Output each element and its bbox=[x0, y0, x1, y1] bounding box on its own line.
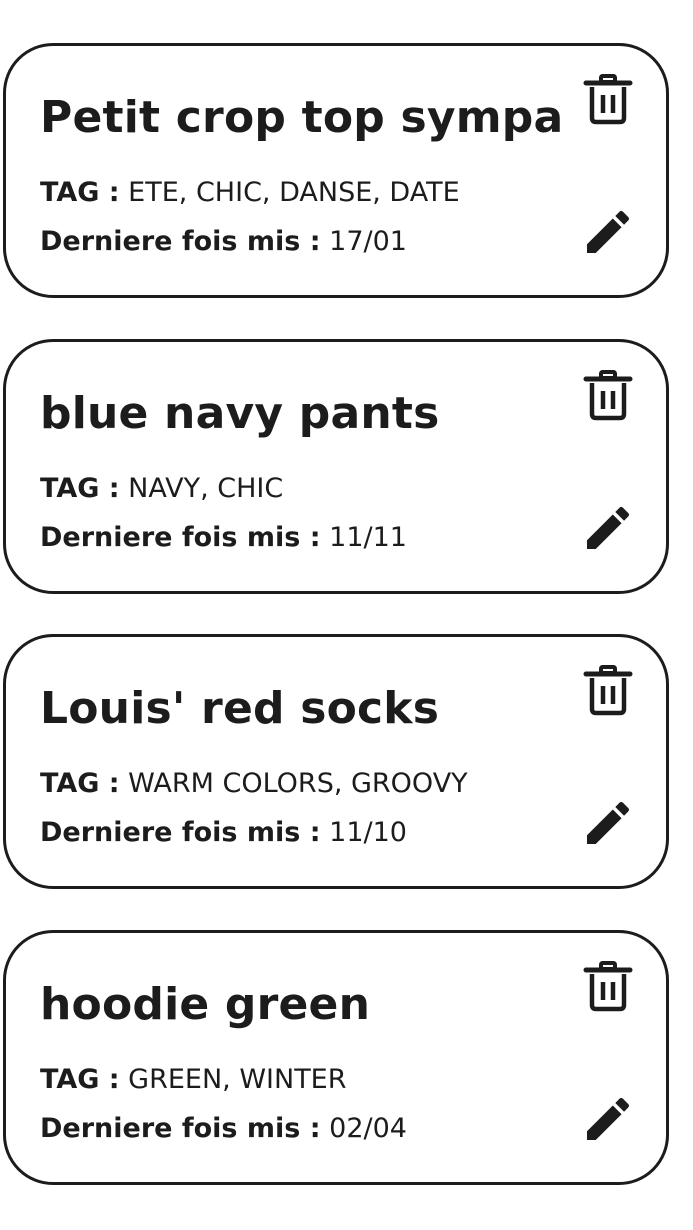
last-worn-line: Derniere fois mis : 11/11 bbox=[40, 521, 407, 555]
last-worn-value: 02/04 bbox=[329, 1113, 407, 1144]
last-worn-line: Derniere fois mis : 02/04 bbox=[40, 1112, 407, 1146]
last-worn-line: Derniere fois mis : 17/01 bbox=[40, 225, 407, 259]
trash-icon bbox=[583, 74, 633, 125]
last-worn-line: Derniere fois mis : 11/10 bbox=[40, 816, 407, 850]
tags-value: ETE, CHIC, DANSE, DATE bbox=[128, 177, 460, 208]
tags-value: GREEN, WINTER bbox=[128, 1064, 347, 1095]
edit-button[interactable] bbox=[580, 204, 636, 260]
pencil-icon bbox=[587, 506, 630, 549]
clothing-card[interactable]: Petit crop top sympa TAG : ETE, CHIC, DA… bbox=[3, 43, 669, 298]
tags-value: NAVY, CHIC bbox=[128, 473, 284, 504]
tags-line: TAG : NAVY, CHIC bbox=[40, 472, 283, 506]
tags-label: TAG : bbox=[40, 473, 120, 504]
tags-label: TAG : bbox=[40, 177, 120, 208]
tags-value: WARM COLORS, GROOVY bbox=[128, 768, 468, 799]
tags-label: TAG : bbox=[40, 1064, 120, 1095]
clothing-card[interactable]: hoodie green TAG : GREEN, WINTER Dernier… bbox=[3, 930, 669, 1185]
delete-button[interactable] bbox=[583, 369, 633, 421]
last-worn-value: 11/11 bbox=[329, 522, 407, 553]
trash-icon bbox=[583, 665, 633, 716]
edit-button[interactable] bbox=[580, 1091, 636, 1147]
last-worn-label: Derniere fois mis : bbox=[40, 1113, 321, 1144]
tags-label: TAG : bbox=[40, 768, 120, 799]
last-worn-label: Derniere fois mis : bbox=[40, 226, 321, 257]
trash-icon bbox=[583, 961, 633, 1012]
delete-button[interactable] bbox=[583, 960, 633, 1012]
tags-line: TAG : GREEN, WINTER bbox=[40, 1063, 347, 1097]
last-worn-label: Derniere fois mis : bbox=[40, 522, 321, 553]
tags-line: TAG : ETE, CHIC, DANSE, DATE bbox=[40, 176, 460, 210]
pencil-icon bbox=[587, 210, 630, 253]
edit-button[interactable] bbox=[580, 795, 636, 851]
card-title: Louis' red socks bbox=[40, 683, 440, 734]
last-worn-value: 11/10 bbox=[329, 817, 407, 848]
pencil-icon bbox=[587, 1097, 630, 1140]
tags-line: TAG : WARM COLORS, GROOVY bbox=[40, 767, 468, 801]
clothing-card[interactable]: blue navy pants TAG : NAVY, CHIC Dernier… bbox=[3, 339, 669, 594]
card-title: Petit crop top sympa bbox=[40, 92, 564, 143]
last-worn-value: 17/01 bbox=[329, 226, 407, 257]
card-title: blue navy pants bbox=[40, 388, 440, 439]
trash-icon bbox=[583, 370, 633, 421]
delete-button[interactable] bbox=[583, 664, 633, 716]
edit-button[interactable] bbox=[580, 500, 636, 556]
card-title: hoodie green bbox=[40, 979, 371, 1030]
clothing-list: Petit crop top sympa TAG : ETE, CHIC, DA… bbox=[0, 0, 693, 1230]
pencil-icon bbox=[587, 801, 630, 844]
delete-button[interactable] bbox=[583, 73, 633, 125]
last-worn-label: Derniere fois mis : bbox=[40, 817, 321, 848]
clothing-card[interactable]: Louis' red socks TAG : WARM COLORS, GROO… bbox=[3, 634, 669, 889]
